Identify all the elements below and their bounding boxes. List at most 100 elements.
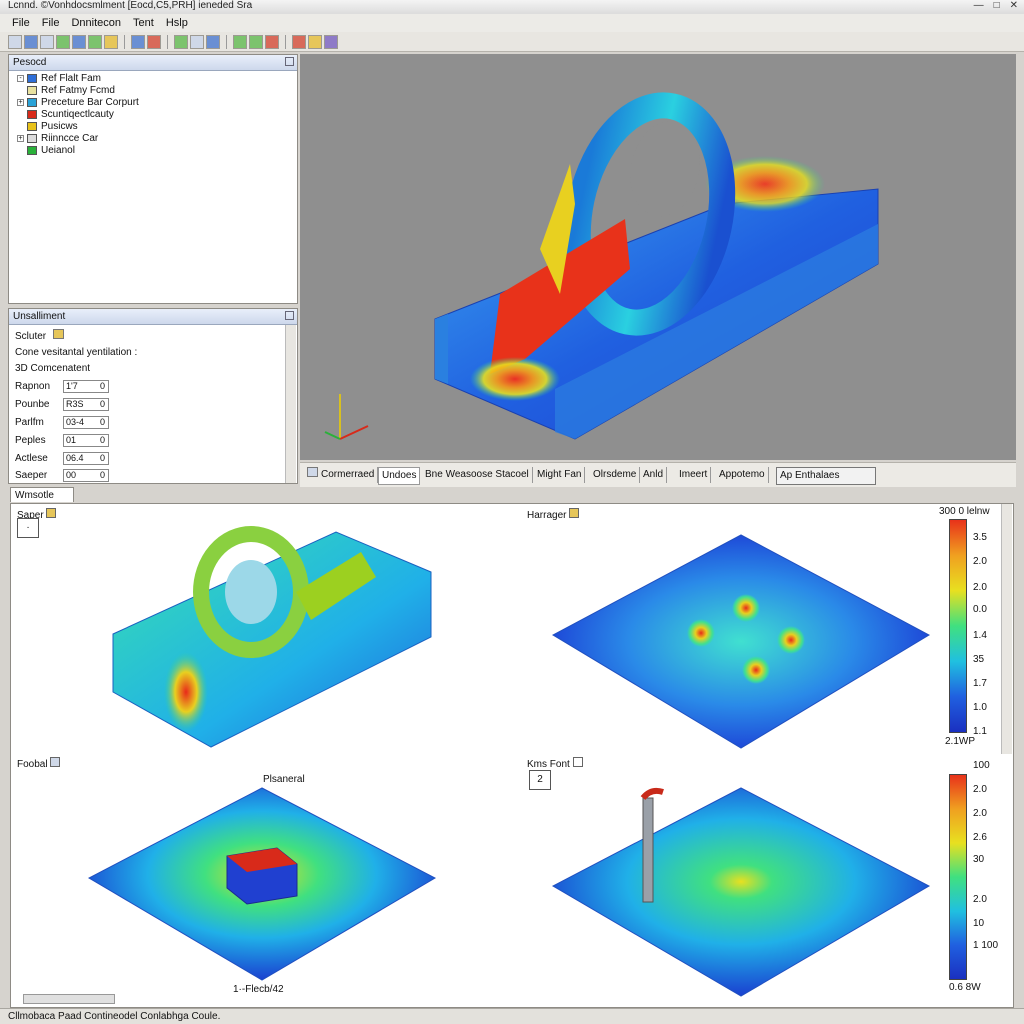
tick-label: 3.5 [973, 532, 987, 543]
plot-icon[interactable] [233, 34, 247, 49]
expand-icon[interactable]: + [17, 99, 24, 106]
tree-item[interactable]: Ueianol [27, 145, 75, 156]
prop-field[interactable]: 06.4 0 [63, 452, 109, 465]
tree-item[interactable]: Preceture Bar Corpurt [27, 97, 139, 108]
plot-button[interactable]: · [17, 518, 39, 538]
spinner-icon[interactable]: 0 [100, 453, 105, 464]
view-icon[interactable] [190, 34, 204, 49]
vertical-scrollbar[interactable] [1001, 504, 1012, 754]
layer-icon [27, 122, 37, 131]
tree-item[interactable]: Scuntiqectlcauty [27, 109, 114, 120]
menu-file[interactable]: File [12, 17, 30, 29]
tab-imeert[interactable]: Imeert [676, 467, 712, 483]
menu-definition[interactable]: Dnnitecon [71, 17, 121, 29]
prop-field[interactable]: R3S 0 [63, 398, 109, 411]
tab-label: Might Fan [537, 469, 582, 480]
colorbar-1 [949, 519, 967, 733]
solver-label: Scluter [15, 331, 47, 342]
maximize-icon[interactable]: □ [994, 0, 1000, 11]
tab-commerraed[interactable]: Cormerraed [304, 467, 379, 483]
expand-icon[interactable]: + [17, 135, 24, 142]
colorbar-min: 2.1WP [945, 736, 976, 747]
tab-anld[interactable]: Anld [640, 467, 668, 483]
solver-icon[interactable] [52, 329, 64, 339]
plot-icon[interactable] [569, 508, 580, 518]
pin-icon[interactable] [285, 311, 294, 320]
properties-scrollbar[interactable] [285, 325, 296, 483]
tree-item[interactable]: Ref Flalt Fam [27, 73, 101, 84]
pin-icon[interactable] [285, 57, 294, 66]
tick-label: 30 [973, 854, 985, 865]
import-icon[interactable] [56, 34, 70, 49]
expand-icon[interactable]: - [17, 75, 24, 82]
colorbar-min: 0.6 8W [949, 982, 981, 993]
tab-appotemo[interactable]: Appotemo [716, 467, 769, 483]
plot-label: Harrager [527, 508, 580, 521]
delete-icon[interactable] [147, 34, 161, 49]
tree-item[interactable]: Ref Fatmy Fcmd [27, 85, 115, 96]
prop-field[interactable]: 01 0 [63, 434, 109, 447]
tick-label: 2.0 [973, 784, 987, 795]
colorbar-max: 100 [973, 760, 990, 771]
tab-label: Anld [643, 469, 664, 480]
spinner-icon[interactable]: 0 [100, 381, 105, 392]
plot-button[interactable]: 2 [529, 770, 551, 790]
select-icon[interactable] [131, 34, 145, 49]
layer-icon [27, 146, 37, 155]
plot-icon[interactable] [572, 757, 583, 767]
display-icon[interactable] [206, 34, 220, 49]
prop-value: 00 [66, 470, 77, 480]
tab-olrsdeme[interactable]: Olrsdeme [590, 467, 641, 483]
tab-icon [307, 467, 318, 477]
tree-item[interactable]: Riinncce Car [27, 133, 98, 144]
tick-label: 2.0 [973, 556, 987, 567]
tick-label: 35 [973, 654, 985, 665]
menu-help[interactable]: Hslp [166, 17, 188, 29]
tab-weasoose[interactable]: Bne Weasoose Stacoel [422, 467, 533, 483]
cube-icon[interactable] [324, 34, 338, 49]
light-icon[interactable] [308, 34, 322, 49]
export-icon[interactable] [72, 34, 86, 49]
prop-field[interactable]: 1'7 0 [63, 380, 109, 393]
prop-field[interactable]: 03-4 0 [63, 416, 109, 429]
minimize-icon[interactable]: — [974, 0, 984, 11]
menu-file-2[interactable]: File [42, 17, 60, 29]
prop-label: Peples [15, 435, 46, 446]
plot-caption: 1·-Flecb/42 [233, 984, 284, 995]
open-icon[interactable] [24, 34, 38, 49]
prop-field[interactable]: 00 0 [63, 469, 109, 482]
tree-item-label: Riinncce Car [41, 133, 99, 144]
main-viewport[interactable] [300, 54, 1016, 460]
tree-item-label: Ueianol [41, 145, 75, 156]
project-tree-title: Pesocd [13, 57, 47, 68]
tree-item[interactable]: Pusicws [27, 121, 78, 132]
menu-bar: File File Dnnitecon Tent Hslp [0, 14, 1024, 32]
tab-might-fan[interactable]: Might Fan [534, 467, 586, 483]
prop-value: 1'7 [66, 381, 78, 391]
tab-label: Olrsdeme [593, 469, 637, 480]
tree-item-label: Pusicws [41, 121, 78, 132]
spinner-icon[interactable]: 0 [100, 399, 105, 410]
colorbar-max: 300 0 lelnw [939, 506, 990, 517]
plot-3d-duct [112, 526, 432, 748]
properties-title: Unsalliment [13, 311, 66, 322]
menu-tent[interactable]: Tent [133, 17, 154, 29]
horizontal-scrollbar[interactable] [23, 994, 115, 1004]
tab-undoes[interactable]: Undoes [378, 467, 421, 485]
close-icon[interactable]: ✕ [1010, 0, 1018, 11]
zoom-icon[interactable] [292, 34, 306, 49]
clear-icon[interactable] [265, 34, 279, 49]
solve-icon[interactable] [104, 34, 118, 49]
tab-enthalpies[interactable]: Ap Enthalaes [776, 467, 876, 485]
save-icon[interactable] [40, 34, 54, 49]
lower-panel-tab[interactable]: Wmsotle Fam [10, 487, 74, 516]
vector-icon[interactable] [249, 34, 263, 49]
new-icon[interactable] [8, 34, 22, 49]
rotate-icon[interactable] [174, 34, 188, 49]
spinner-icon[interactable]: 0 [100, 417, 105, 428]
spinner-icon[interactable]: 0 [100, 470, 105, 481]
plot-icon[interactable] [46, 508, 57, 518]
mesh-icon[interactable] [88, 34, 102, 49]
spinner-icon[interactable]: 0 [100, 435, 105, 446]
plot-icon[interactable] [50, 757, 61, 767]
